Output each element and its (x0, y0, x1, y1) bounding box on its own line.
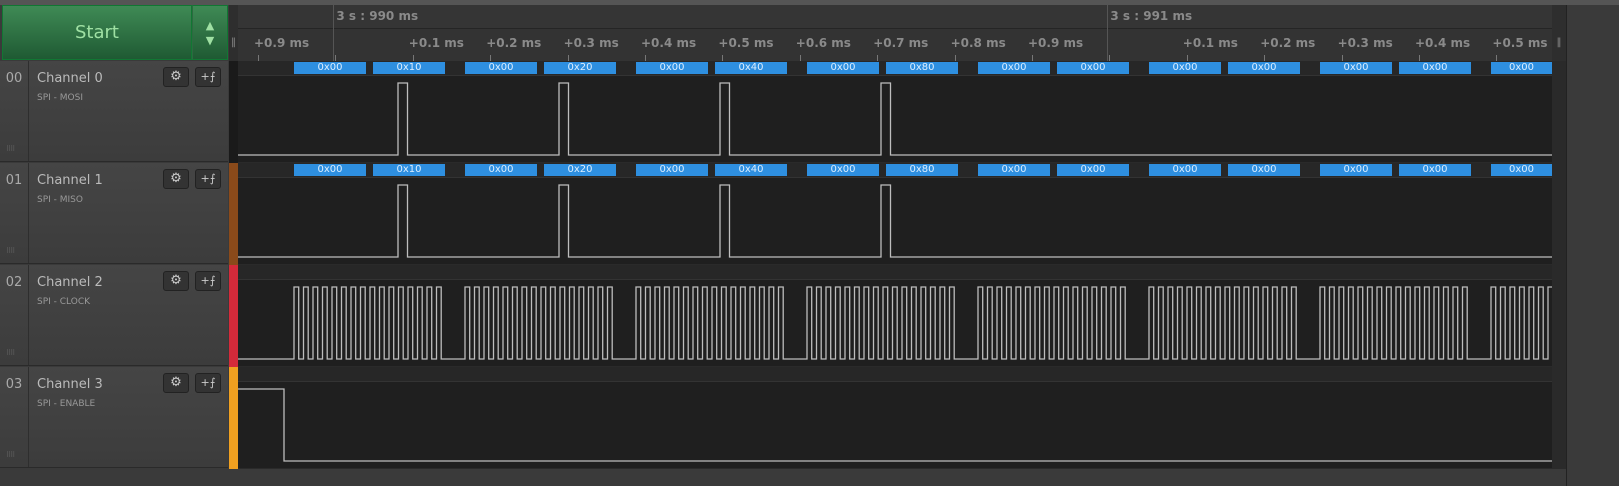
trigger-edge-icon: +⨍ (200, 376, 216, 389)
trigger-button[interactable]: +⨍ (195, 67, 221, 87)
drag-grip-icon[interactable]: ⠿⠿ (6, 349, 15, 357)
gear-icon: ⚙ (170, 69, 182, 84)
tick-label: +0.8 ms (950, 36, 1006, 50)
major-time-line (1107, 5, 1109, 61)
channel-name[interactable]: Channel 2 (37, 275, 103, 290)
left-scroll-handle[interactable]: ‖ (229, 5, 238, 61)
tick-label: +0.1 ms (1182, 36, 1238, 50)
trigger-button[interactable]: +⨍ (195, 169, 221, 189)
trigger-edge-icon: +⨍ (200, 172, 216, 185)
timeline-major-row (238, 5, 1552, 29)
right-scroll-handle[interactable]: ‖ (1552, 5, 1566, 61)
channel-settings-button[interactable]: ⚙ (163, 373, 189, 393)
right-side-panel (1566, 5, 1619, 486)
signal-trace (238, 82, 1552, 156)
gear-icon: ⚙ (170, 273, 182, 288)
channel-color-strip (229, 163, 238, 265)
signal-trace (238, 286, 1552, 360)
major-time-label: 3 s : 991 ms (1110, 9, 1193, 23)
channel-panel-0: 00 Channel 0 SPI - MOSI ⠿⠿ ⚙ +⨍ (0, 61, 228, 162)
channel-settings-button[interactable]: ⚙ (163, 67, 189, 87)
gear-icon: ⚙ (170, 375, 182, 390)
trigger-edge-icon: +⨍ (200, 70, 216, 83)
channel-analyzer-label: SPI - MOSI (37, 93, 83, 103)
signal-trace (238, 184, 1552, 258)
major-time-label: 3 s : 990 ms (336, 9, 419, 23)
tick-label: +0.7 ms (873, 36, 929, 50)
vertical-scrollbar[interactable] (1552, 61, 1566, 469)
tick-label: +0.6 ms (795, 36, 851, 50)
drag-grip-icon[interactable]: ⠿⠿ (6, 451, 15, 459)
channel-name[interactable]: Channel 3 (37, 377, 103, 392)
channel-color-strip (229, 61, 238, 163)
drag-grip-icon[interactable]: ⠿⠿ (6, 145, 15, 153)
tick-label: +0.5 ms (1492, 36, 1548, 50)
start-button[interactable]: Start (2, 5, 192, 60)
channel-analyzer-label: SPI - ENABLE (37, 399, 96, 409)
channel-number: 03 (0, 367, 29, 467)
tick-label: +0.1 ms (408, 36, 464, 50)
tick-label: +0.4 ms (641, 36, 697, 50)
channel-panel-2: 02 Channel 2 SPI - CLOCK ⠿⠿ ⚙ +⨍ (0, 265, 228, 366)
gear-icon: ⚙ (170, 171, 182, 186)
tick-label: +0.9 ms (254, 36, 310, 50)
channel-name[interactable]: Channel 0 (37, 71, 103, 86)
channel-analyzer-label: SPI - MISO (37, 195, 83, 205)
channel-number: 02 (0, 265, 29, 365)
tick-label: +0.3 ms (1337, 36, 1393, 50)
down-arrow-icon[interactable]: ▼ (206, 33, 214, 48)
trigger-button[interactable]: +⨍ (195, 271, 221, 291)
signal-trace (238, 388, 1552, 462)
waveform-area-1[interactable]: 0x00 0x10 0x00 0x20 0x00 0x40 0x00 0x80 0x00 0x00… (238, 163, 1552, 265)
channel-number: 01 (0, 163, 29, 263)
timeline-header[interactable]: +0.9 ms +0.1 ms +0.2 ms +0.3 ms +0.4 ms +0.5 … (238, 5, 1552, 61)
trigger-button[interactable]: +⨍ (195, 373, 221, 393)
channel-panel-1: 01 Channel 1 SPI - MISO ⠿⠿ ⚙ +⨍ (0, 163, 228, 264)
tick-label: +0.5 ms (718, 36, 774, 50)
channel-name[interactable]: Channel 1 (37, 173, 103, 188)
up-arrow-icon[interactable]: ▲ (206, 18, 214, 33)
tick-label: +0.2 ms (486, 36, 542, 50)
channel-analyzer-label: SPI - CLOCK (37, 297, 91, 307)
start-options-toggle[interactable]: ▲ ▼ (192, 5, 228, 60)
start-label: Start (75, 22, 119, 43)
waveform-area-3[interactable] (238, 367, 1552, 469)
tick-label: +0.9 ms (1028, 36, 1084, 50)
channel-panel-3: 03 Channel 3 SPI - ENABLE ⠿⠿ ⚙ +⨍ (0, 367, 228, 468)
tick-label: +0.2 ms (1260, 36, 1316, 50)
tick-label: +0.3 ms (563, 36, 619, 50)
waveform-area-0[interactable]: 0x00 0x10 0x00 0x20 0x00 0x40 0x00 0x80 0x00 0x00… (238, 61, 1552, 163)
tick-label: +0.4 ms (1415, 36, 1471, 50)
drag-grip-icon[interactable]: ⠿⠿ (6, 247, 15, 255)
waveform-area-2[interactable] (238, 265, 1552, 367)
channel-color-strip (229, 265, 238, 367)
major-time-line (333, 5, 335, 61)
channel-color-strip (229, 367, 238, 469)
trigger-edge-icon: +⨍ (200, 274, 216, 287)
channel-settings-button[interactable]: ⚙ (163, 169, 189, 189)
channel-number: 00 (0, 61, 29, 161)
channel-settings-button[interactable]: ⚙ (163, 271, 189, 291)
